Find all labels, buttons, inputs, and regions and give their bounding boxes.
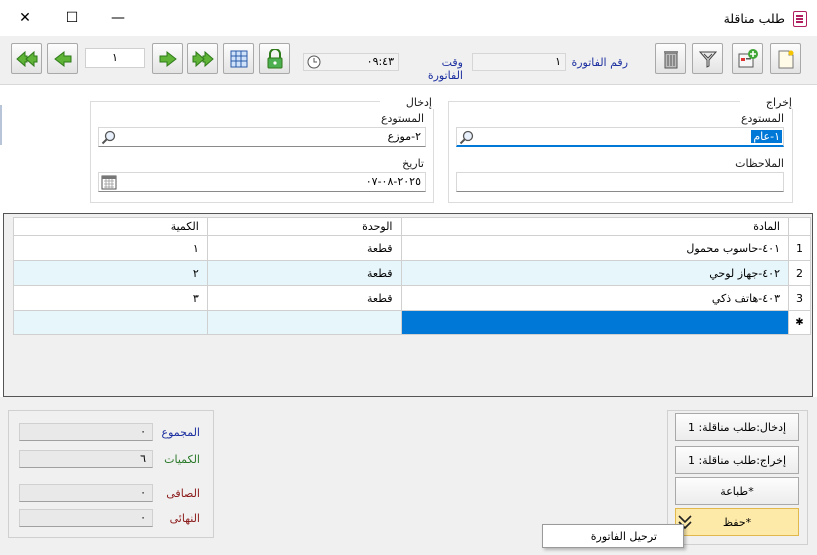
calendar-icon [101,175,117,190]
column-header-unit[interactable]: الوحدة [206,217,402,236]
row-index[interactable]: 2 [787,260,812,286]
invoice-number-value: ١ [555,55,561,68]
new-document-button[interactable] [770,43,801,74]
new-row[interactable]: ✱ [13,310,812,335]
search-icon [101,130,116,145]
cell-quantity[interactable]: ٢ [13,260,208,286]
print-button[interactable]: طباعة* [675,477,799,505]
output-warehouse-field[interactable]: ١-عام [456,127,784,147]
cell-quantity[interactable]: ١ [13,235,208,261]
input-warehouse-field[interactable]: ٢-موزع [98,127,426,147]
input-warehouse-value: ٢-موزع [387,130,421,143]
new-document-icon [778,50,793,68]
quantities-label: الكميات [164,453,200,466]
save-label: حفظ* [722,515,752,529]
title-bar: ✕ ☐ — طلب مناقلة [0,0,817,37]
lock-icon [267,48,282,68]
table-row[interactable]: ٣ قطعة ٤٠٣-هاتف ذكي 3 [13,285,812,311]
cell-unit[interactable] [206,310,402,335]
net-value: ٠ [140,486,146,499]
toolbar: ١ ٠٩:٤٣ وقت الفاتورة ١ رقم الفاتورة [0,36,817,85]
clock-icon [307,55,321,69]
cell-material-selected[interactable] [400,310,789,335]
row-header-corner [787,217,812,236]
form-area: إدخال المستودع ٢-موزع تاريخ ٢٠٢٥-٠٨-٠٧ إ… [0,85,817,213]
input-transfer-button[interactable]: إدخال:طلب مناقلة: 1 [675,413,799,441]
grid-view-button[interactable] [223,43,254,74]
close-button[interactable]: ✕ [10,8,40,28]
total-label: المجموع [161,426,200,439]
filter-button[interactable] [692,43,723,74]
items-grid: الكمية الوحدة المادة ١ قطعة ٤٠١-حاسوب مح… [3,213,813,397]
invoice-number-field[interactable]: ١ [472,53,566,71]
trash-icon [663,50,678,68]
column-header-material[interactable]: المادة [400,217,789,236]
quantities-value: ٦ [140,452,146,465]
total-field: ٠ [19,423,153,441]
cell-material[interactable]: ٤٠٣-هاتف ذكي [400,285,789,311]
table-row[interactable]: ١ قطعة ٤٠١-حاسوب محمول 1 [13,235,812,261]
output-transfer-button[interactable]: إخراج:طلب مناقلة: 1 [675,446,799,474]
funnel-icon [698,51,717,68]
invoice-time-label: وقت الفاتورة [427,56,463,82]
first-record-button[interactable] [11,43,42,74]
row-index[interactable]: 3 [787,285,812,311]
notes-field[interactable] [456,172,784,192]
double-arrow-left-icon [15,50,37,67]
cell-quantity[interactable] [13,310,208,335]
items-table: الكمية الوحدة المادة ١ قطعة ٤٠١-حاسوب مح… [13,217,812,335]
add-document-icon [738,48,758,67]
invoice-time-field[interactable]: ٠٩:٤٣ [303,53,399,71]
total-value: ٠ [140,425,146,438]
final-label: النهائى [169,512,200,525]
invoice-time-value: ٠٩:٤٣ [366,55,394,68]
final-value: ٠ [140,511,146,524]
cell-quantity[interactable]: ٣ [13,285,208,311]
cell-unit[interactable]: قطعة [206,235,402,261]
next-record-button[interactable] [152,43,183,74]
date-label: تاريخ [402,157,424,170]
new-row-marker[interactable]: ✱ [787,310,812,335]
date-field[interactable]: ٢٠٢٥-٠٨-٠٧ [98,172,426,192]
page-number-field[interactable]: ١ [85,48,145,68]
notes-label: الملاحظات [735,157,784,170]
arrow-right-icon [159,50,177,67]
minimize-button[interactable]: — [103,8,133,28]
add-record-button[interactable] [732,43,763,74]
arrow-left-icon [53,50,71,67]
input-warehouse-label: المستودع [380,112,424,125]
invoice-number-label: رقم الفاتورة [571,56,628,69]
table-icon [230,50,247,67]
document-icon [793,11,807,27]
post-invoice-menu-item[interactable]: ترحيل الفاتورة [542,524,684,548]
save-button[interactable]: حفظ* [675,508,799,536]
search-icon [459,130,474,145]
lock-button[interactable] [259,43,290,74]
net-label: الصافى [166,487,200,500]
cell-material[interactable]: ٤٠١-حاسوب محمول [400,235,789,261]
final-field: ٠ [19,509,153,527]
date-value: ٢٠٢٥-٠٨-٠٧ [365,175,421,188]
input-group-title: إدخال [380,96,434,109]
side-marker [0,105,2,145]
quantities-field: ٦ [19,450,153,468]
output-group-title: إخراج [740,96,794,109]
bottom-panel: ٠ المجموع ٦ الكميات ٠ الصافى ٠ النهائى إ… [0,397,817,555]
page-number-value: ١ [112,51,118,64]
cell-material[interactable]: ٤٠٢-جهاز لوحي [400,260,789,286]
table-row[interactable]: ٢ قطعة ٤٠٢-جهاز لوحي 2 [13,260,812,286]
row-index[interactable]: 1 [787,235,812,261]
net-field: ٠ [19,484,153,502]
previous-record-button[interactable] [47,43,78,74]
cell-unit[interactable]: قطعة [206,260,402,286]
column-header-quantity[interactable]: الكمية [13,217,208,236]
delete-button[interactable] [655,43,686,74]
last-record-button[interactable] [187,43,218,74]
double-arrow-right-icon [192,50,214,67]
cell-unit[interactable]: قطعة [206,285,402,311]
output-warehouse-value: ١-عام [751,130,782,143]
output-warehouse-label: المستودع [740,112,784,125]
window-title: طلب مناقلة [723,11,785,26]
maximize-button[interactable]: ☐ [57,8,87,28]
